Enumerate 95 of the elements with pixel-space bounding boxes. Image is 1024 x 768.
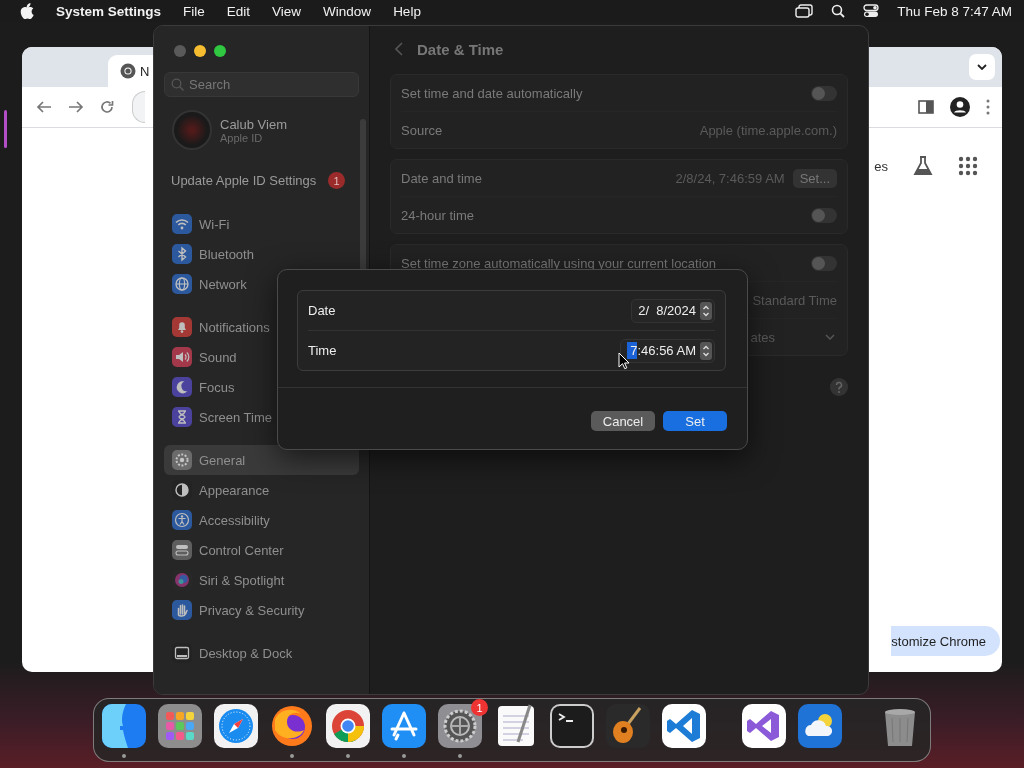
tab-search-button[interactable]: [969, 54, 995, 80]
hourglass-icon: [172, 407, 192, 427]
profile-icon[interactable]: [950, 97, 970, 117]
setting-label: Date and time: [401, 170, 483, 186]
window-edge: [4, 110, 7, 148]
menu-item[interactable]: Edit: [226, 3, 251, 19]
setting-value: Standard Time: [752, 292, 837, 308]
flask-icon[interactable]: [913, 156, 933, 176]
reload-icon[interactable]: [100, 100, 114, 114]
apple-icon[interactable]: [20, 3, 34, 19]
running-indicator: [122, 754, 126, 758]
globe-icon: [172, 274, 192, 294]
sidebar-item[interactable]: Desktop & Dock: [164, 638, 359, 668]
menu-item[interactable]: Window: [323, 3, 372, 19]
apps-grid-icon[interactable]: [958, 156, 978, 176]
customize-button[interactable]: stomize Chrome: [891, 626, 1000, 656]
bell-icon: [172, 317, 192, 337]
gear-icon[interactable]: [438, 704, 482, 748]
toggle-switch[interactable]: [811, 207, 837, 223]
guitar-icon[interactable]: [606, 704, 650, 748]
cancel-button[interactable]: Cancel: [591, 411, 655, 431]
toggle-switch[interactable]: [811, 255, 837, 271]
running-indicator: [458, 754, 462, 758]
sidebar-item[interactable]: Control Center: [164, 535, 359, 565]
infinity-ribbon-icon[interactable]: [742, 704, 786, 748]
menu-item[interactable]: Help: [393, 3, 421, 19]
notification-badge: 1: [471, 699, 488, 716]
field-label: Date: [308, 303, 337, 318]
shortcut-label[interactable]: es: [874, 158, 888, 174]
flame-globe-icon[interactable]: [270, 704, 314, 748]
field-label: Time: [308, 343, 338, 358]
gear-icon: [172, 450, 192, 470]
back-icon[interactable]: [36, 100, 52, 114]
contrast-icon: [172, 480, 192, 500]
search-field[interactable]: Search: [164, 72, 359, 97]
sidebar-item[interactable]: General: [164, 445, 359, 475]
menu-item[interactable]: View: [272, 3, 302, 19]
moon-icon: [172, 377, 192, 397]
setting-value: 2/8/24, 7:46:59 AM: [675, 170, 785, 186]
scrollbar[interactable]: [360, 119, 366, 271]
stepper-field[interactable]: 7:46:56 AM: [620, 338, 715, 363]
side-panel-icon[interactable]: [918, 99, 934, 115]
app-menu[interactable]: System Settings: [56, 3, 162, 19]
sidebar-item[interactable]: Privacy & Security: [164, 595, 359, 625]
account-name[interactable]: Calub Viem: [220, 116, 287, 132]
speaker-icon: [172, 347, 192, 367]
menu-clock[interactable]: Thu Feb 8 7:47 AM: [897, 3, 1012, 19]
minimize-button[interactable]: [194, 45, 206, 57]
setting-value: Apple (time.apple.com.): [699, 122, 837, 138]
bluetooth-icon: [172, 244, 192, 264]
zoom-button[interactable]: [214, 45, 226, 57]
toggle-switch[interactable]: [811, 85, 837, 101]
notification-badge: 1: [328, 172, 345, 189]
notice-link[interactable]: Update Apple ID Settings: [171, 172, 328, 189]
sidebar-item[interactable]: Appearance: [164, 475, 359, 505]
page-title: Date & Time: [417, 40, 504, 58]
running-indicator: [346, 754, 350, 758]
accessibility-icon: [172, 510, 192, 530]
switches-icon: [172, 540, 192, 560]
forward-icon[interactable]: [68, 100, 84, 114]
app-grid-icon[interactable]: [158, 704, 202, 748]
browser-tab[interactable]: N: [108, 55, 153, 87]
terminal-icon[interactable]: [550, 704, 594, 748]
sidebar-item[interactable]: Accessibility: [164, 505, 359, 535]
search-icon[interactable]: [831, 4, 846, 18]
stepper-icon[interactable]: [700, 341, 712, 360]
set-button[interactable]: Set: [663, 411, 727, 431]
sidebar-item[interactable]: Bluetooth: [164, 239, 359, 269]
caret-icon: [977, 64, 987, 70]
cursor-icon: [618, 352, 630, 370]
set-button[interactable]: Set...: [792, 168, 837, 188]
a-shape-icon[interactable]: [382, 704, 426, 748]
account-subtitle: Apple ID: [220, 131, 264, 144]
hand-icon: [172, 600, 192, 620]
setting-label: 24-hour time: [401, 207, 475, 223]
two-tone-tile-icon[interactable]: [102, 704, 146, 748]
orb-icon: [172, 570, 192, 590]
switches-icon[interactable]: [863, 4, 880, 18]
setting-label: Source: [401, 122, 444, 138]
menu-item[interactable]: File: [183, 3, 205, 19]
menu-icon[interactable]: [986, 99, 990, 115]
setting-label: Set time and date automatically: [401, 85, 584, 101]
running-indicator: [290, 754, 294, 758]
windows-icon[interactable]: [795, 4, 814, 18]
chevron-icon: [825, 334, 835, 340]
sidebar-item[interactable]: Wi-Fi: [164, 209, 359, 239]
search-icon: [171, 78, 184, 91]
compass-icon[interactable]: [214, 704, 258, 748]
stepper-field[interactable]: 2/ 8/2024: [631, 298, 715, 323]
stepper-icon[interactable]: [700, 301, 712, 320]
wifi-icon: [172, 214, 192, 234]
ribbon-icon[interactable]: [662, 704, 706, 748]
running-indicator: [402, 754, 406, 758]
sidebar-item[interactable]: Siri & Spotlight: [164, 565, 359, 595]
cloud-sun-icon[interactable]: [798, 704, 842, 748]
